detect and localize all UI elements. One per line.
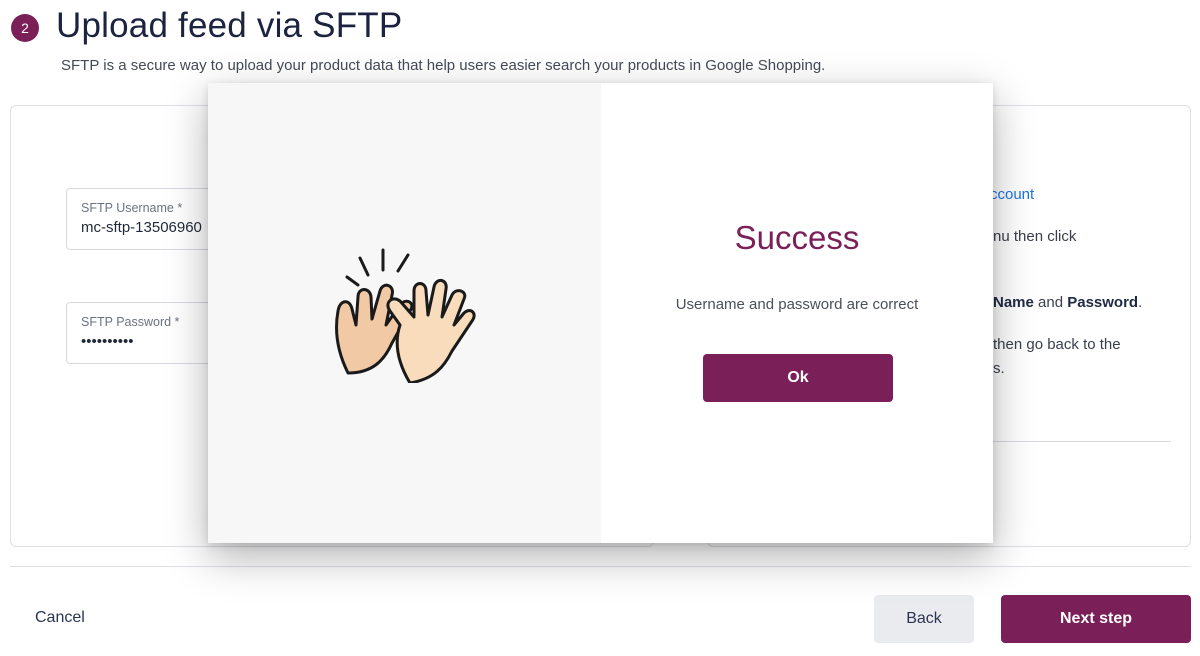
instruction-line-4: then go back to the (993, 336, 1121, 353)
page-subtitle: SFTP is a secure way to upload your prod… (61, 57, 826, 74)
instruction-line-3: Name and Password. (993, 294, 1142, 311)
account-link[interactable]: ccount (990, 186, 1034, 203)
ok-button[interactable]: Ok (703, 354, 893, 402)
instruction-line-2: nu then click (993, 228, 1077, 245)
step-number-badge: 2 (11, 14, 39, 42)
instruction-line-5: s. (993, 360, 1005, 377)
high-five-icon (334, 248, 476, 383)
success-message: Username and password are correct (675, 296, 919, 313)
password-bold: Password (1067, 294, 1139, 311)
name-bold: Name (993, 294, 1034, 311)
success-modal: Success Username and password are correc… (208, 83, 993, 543)
next-step-button[interactable]: Next step (1001, 595, 1191, 643)
and-text: and (1033, 294, 1068, 311)
modal-illustration-pane (208, 83, 601, 543)
page-title: Upload feed via SFTP (56, 6, 403, 45)
cancel-button[interactable]: Cancel (35, 609, 85, 627)
back-button[interactable]: Back (874, 595, 974, 643)
period-text: . (1138, 294, 1143, 311)
footer-divider (10, 566, 1191, 567)
modal-content-pane: Success Username and password are correc… (601, 83, 993, 543)
success-title: Success (734, 219, 860, 256)
